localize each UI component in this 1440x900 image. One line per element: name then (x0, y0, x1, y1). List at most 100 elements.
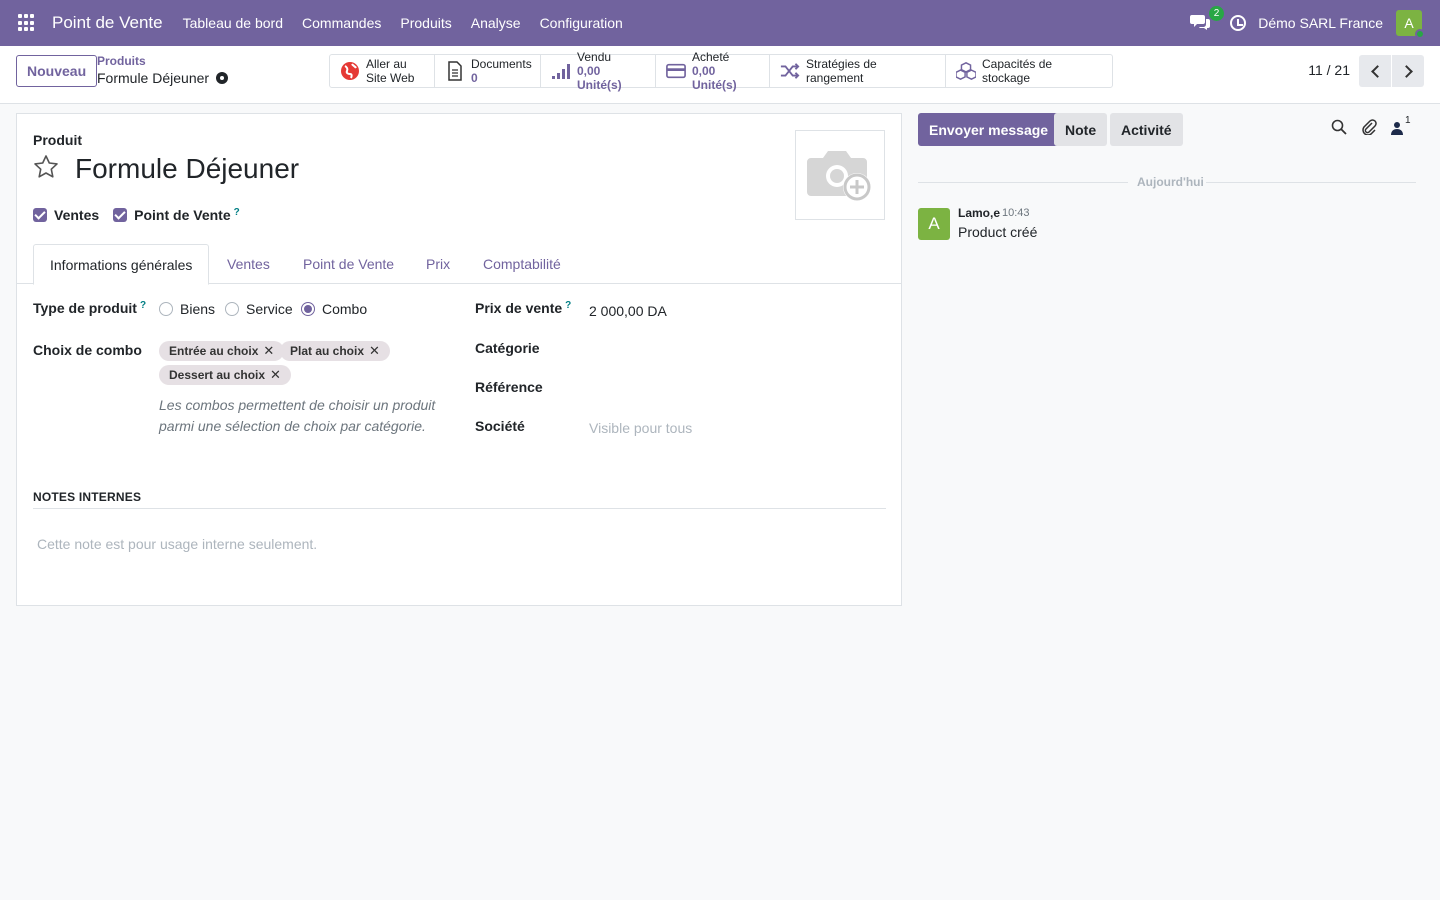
chat-icon[interactable]: 2 (1190, 6, 1225, 33)
chevron-left-icon (1370, 64, 1384, 78)
combo-tag: Entrée au choix ✕ (159, 341, 285, 361)
globe-icon (341, 62, 359, 80)
favorite-star-icon[interactable] (33, 154, 59, 180)
prix-vente-input[interactable]: 2 000,00 DA (589, 303, 667, 319)
tab-prix[interactable]: Prix (410, 244, 466, 284)
product-name[interactable]: Formule Déjeuner (75, 153, 299, 185)
smart-button-sold[interactable]: Vendu 0,00 Unité(s) (541, 50, 656, 92)
internal-notes-input[interactable]: Cette note est pour usage interne seulem… (37, 536, 317, 552)
reference-label: Référence (475, 379, 543, 395)
paperclip-icon[interactable] (1361, 119, 1377, 135)
radio-biens[interactable]: Biens (159, 301, 215, 317)
breadcrumb-current-label: Formule Déjeuner (97, 70, 210, 86)
checkbox-ventes[interactable] (33, 208, 47, 222)
smart-button-website-label: Aller au Site Web (366, 57, 415, 85)
smart-button-putaway-label: Stratégies de rangement (806, 57, 877, 85)
radio-service[interactable]: Service (225, 301, 293, 317)
help-tooltip-icon[interactable]: ? (565, 300, 571, 311)
new-button[interactable]: Nouveau (16, 55, 98, 87)
help-tooltip-icon[interactable]: ? (140, 300, 146, 311)
radio-service-label: Service (246, 301, 293, 317)
smart-button-storage-capacities[interactable]: Capacités de stockage (946, 55, 1112, 87)
close-icon[interactable]: ✕ (270, 367, 281, 383)
app-brand[interactable]: Point de Vente (52, 13, 163, 33)
smart-button-website[interactable]: Aller au Site Web (330, 55, 435, 87)
checkbox-ventes-label: Ventes (54, 207, 100, 223)
type-produit-label: Type de produit? (33, 300, 147, 316)
combo-hint: Les combos permettent de choisir un prod… (159, 397, 436, 434)
tab-informations-generales[interactable]: Informations générales (33, 244, 210, 285)
message-body: Product créé (958, 224, 1038, 240)
record-type-label: Produit (33, 132, 82, 148)
log-note-button[interactable]: Note (1054, 113, 1108, 146)
help-tooltip-icon[interactable]: ? (234, 207, 240, 218)
notes-section-title: NOTES INTERNES (33, 490, 886, 509)
user-avatar[interactable]: A (1396, 10, 1425, 39)
checkbox-row: Ventes Point de Vente? (33, 207, 254, 223)
pager-next-button[interactable] (1392, 55, 1424, 87)
product-image-placeholder[interactable] (795, 130, 885, 220)
signal-icon (552, 64, 570, 79)
gear-icon[interactable] (216, 72, 229, 84)
search-icon[interactable] (1331, 119, 1347, 135)
chat-count-badge: 2 (1208, 6, 1225, 21)
societe-label: Société (475, 418, 525, 434)
categorie-label: Catégorie (475, 340, 540, 356)
checkbox-point-de-vente[interactable] (113, 208, 128, 222)
close-icon[interactable]: ✕ (369, 343, 380, 359)
activity-clock-icon[interactable] (1230, 15, 1247, 31)
send-message-button[interactable]: Envoyer message (918, 113, 1060, 146)
followers-button[interactable]: 1 (1391, 115, 1411, 135)
followers-count: 1 (1405, 115, 1411, 126)
form-sheet: Produit Formule Déjeuner Ventes Point de… (16, 113, 902, 606)
prix-vente-label: Prix de vente? (475, 300, 572, 316)
smart-button-putaway-strategies[interactable]: Stratégies de rangement (770, 55, 946, 87)
smart-buttons: Aller au Site Web Documents 0 Vendu 0,00 Un… (329, 50, 1113, 92)
combo-tag: Plat au choix ✕ (280, 341, 390, 361)
choix-combo-label: Choix de combo (33, 342, 142, 358)
menu-analyse[interactable]: Analyse (471, 15, 521, 31)
breadcrumb-parent[interactable]: Produits (97, 54, 228, 68)
user-avatar-letter: A (1404, 15, 1414, 31)
radio-combo-circle (301, 302, 315, 316)
combo-tag: Dessert au choix ✕ (159, 365, 291, 385)
breadcrumb-current: Formule Déjeuner (97, 70, 229, 86)
notebook-tabs: Informations générales Ventes Point de V… (17, 244, 901, 285)
societe-input[interactable]: Visible pour tous (589, 420, 692, 436)
menu-produits[interactable]: Produits (400, 15, 451, 31)
radio-combo[interactable]: Combo (301, 301, 367, 317)
smart-button-documents[interactable]: Documents 0 (435, 55, 541, 87)
apps-menu-icon[interactable] (18, 14, 36, 32)
close-icon[interactable]: ✕ (263, 343, 274, 359)
shuffle-icon (780, 63, 800, 79)
camera-plus-icon (807, 151, 871, 201)
radio-service-circle (225, 302, 239, 316)
categorie-input[interactable] (589, 340, 879, 360)
radio-biens-label: Biens (180, 301, 216, 317)
menu-commandes[interactable]: Commandes (302, 15, 381, 31)
menu-tableau-de-bord[interactable]: Tableau de bord (183, 15, 283, 31)
message-time: 10:43 (1002, 207, 1030, 219)
user-icon (1391, 122, 1403, 135)
smart-button-purchased[interactable]: Acheté 0,00 Unité(s) (656, 50, 770, 92)
menu-configuration[interactable]: Configuration (540, 15, 623, 31)
date-separator-right (1206, 182, 1416, 183)
message-author-avatar[interactable]: A (918, 208, 950, 240)
company-switcher[interactable]: Démo SARL France (1258, 15, 1383, 31)
radio-biens-circle (159, 302, 173, 316)
tab-comptabilite[interactable]: Comptabilité (467, 244, 577, 284)
smart-button-sold-label: Vendu 0,00 Unité(s) (577, 50, 622, 92)
combo-tag-label: Plat au choix (290, 344, 365, 358)
chatter-tools: 1 (1331, 115, 1411, 135)
date-separator-label: Aujourd'hui (1137, 175, 1204, 189)
smart-button-documents-label: Documents 0 (471, 57, 532, 85)
pager-value[interactable]: 11 / 21 (1308, 62, 1350, 78)
smart-button-storage-label: Capacités de stockage (982, 57, 1053, 85)
message-author[interactable]: Lamo,e (958, 206, 1000, 220)
pager-previous-button[interactable] (1359, 55, 1391, 87)
tab-point-de-vente[interactable]: Point de Vente (287, 244, 410, 284)
combo-tag-label: Entrée au choix (169, 344, 259, 358)
activity-button[interactable]: Activité (1110, 113, 1183, 146)
tab-ventes[interactable]: Ventes (211, 244, 286, 284)
reference-input[interactable] (589, 379, 879, 399)
